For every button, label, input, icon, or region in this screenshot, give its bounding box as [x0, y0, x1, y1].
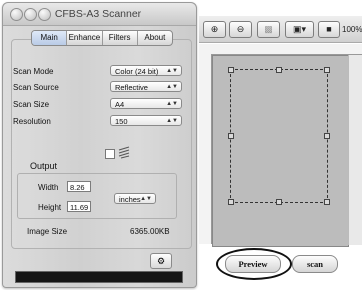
window-title: CFBS-A3 Scanner [54, 8, 142, 20]
image-menu-button[interactable]: ▣▾ [285, 21, 314, 38]
minimize-window-button[interactable] [24, 8, 37, 21]
highlight-oval [216, 248, 292, 280]
scan-mode-label: Scan Mode [13, 67, 54, 76]
copy-icon: ▩ [264, 24, 273, 34]
updown-arrows-icon: ▲▼ [166, 68, 178, 74]
output-heading: Output [30, 161, 58, 171]
height-label: Height [38, 203, 62, 212]
vertical-ruler [199, 44, 212, 244]
vertical-scrollbar[interactable] [348, 55, 362, 245]
selection-handle[interactable] [324, 199, 330, 205]
scan-source-label: Scan Source [13, 83, 59, 92]
book-icon: ■ [326, 24, 332, 34]
scan-mode-select[interactable]: Color (24 bit) ▲▼ [110, 65, 182, 76]
scan-button[interactable]: scan [292, 255, 338, 273]
height-field[interactable]: 11.69 [67, 201, 91, 212]
zoom-percent: 100% [342, 25, 362, 34]
selection-handle[interactable] [276, 199, 282, 205]
close-window-button[interactable] [10, 8, 23, 21]
updown-arrows-icon: ▲▼ [166, 84, 178, 90]
unit-value: inches [119, 195, 141, 204]
zoom-in-icon: ⊕ [210, 24, 219, 34]
scanner-stack-icon [117, 146, 131, 159]
zoom-out-button[interactable]: ⊖ [229, 21, 252, 38]
selection-handle[interactable] [276, 67, 282, 73]
scan-source-select[interactable]: Reflective ▲▼ [110, 81, 182, 92]
tab-filters[interactable]: Filters [103, 31, 138, 45]
horizontal-ruler [211, 44, 362, 55]
image-icon: ▣▾ [292, 24, 307, 34]
image-size-value: 6365.00KB [130, 227, 170, 236]
width-label: Width [38, 183, 59, 192]
gear-icon: ⚙ [156, 256, 166, 266]
selection-handle[interactable] [228, 199, 234, 205]
option-checkbox[interactable] [105, 149, 115, 159]
image-size-label: Image Size [27, 227, 68, 236]
title-bar: CFBS-A3 Scanner [3, 3, 196, 26]
selection-handle[interactable] [228, 133, 234, 139]
tab-main[interactable]: Main [32, 31, 68, 45]
scanner-window: CFBS-A3 Scanner Main Enhance Filters Abo… [2, 2, 197, 288]
book-button[interactable]: ■ [318, 21, 340, 38]
copy-button[interactable]: ▩ [257, 21, 280, 38]
settings-button[interactable]: ⚙ [150, 253, 172, 269]
scan-size-value: A4 [115, 100, 125, 109]
tab-enhance[interactable]: Enhance [67, 31, 103, 45]
zoom-out-icon: ⊖ [236, 24, 245, 34]
tab-about[interactable]: About [138, 31, 172, 45]
width-field[interactable]: 8.26 [67, 181, 91, 192]
resolution-select[interactable]: 150 ▲▼ [110, 115, 182, 126]
scan-size-select[interactable]: A4 ▲▼ [110, 98, 182, 109]
scan-mode-value: Color (24 bit) [115, 67, 159, 76]
selection-handle[interactable] [324, 133, 330, 139]
resolution-value: 150 [115, 117, 128, 126]
scan-size-label: Scan Size [13, 100, 50, 109]
selection-handle[interactable] [324, 67, 330, 73]
updown-arrows-icon: ▲▼ [166, 118, 178, 124]
unit-select[interactable]: inches ▲▼ [114, 193, 156, 204]
selection-handle[interactable] [228, 67, 234, 73]
selection-rectangle[interactable] [230, 69, 328, 203]
resolution-label: Resolution [13, 117, 51, 126]
tab-bar: Main Enhance Filters About [31, 30, 173, 46]
zoom-in-button[interactable]: ⊕ [203, 21, 226, 38]
updown-arrows-icon: ▲▼ [166, 101, 178, 107]
updown-arrows-icon: ▲▼ [140, 196, 152, 202]
progress-bar [15, 271, 183, 283]
scan-source-value: Reflective [115, 83, 148, 92]
